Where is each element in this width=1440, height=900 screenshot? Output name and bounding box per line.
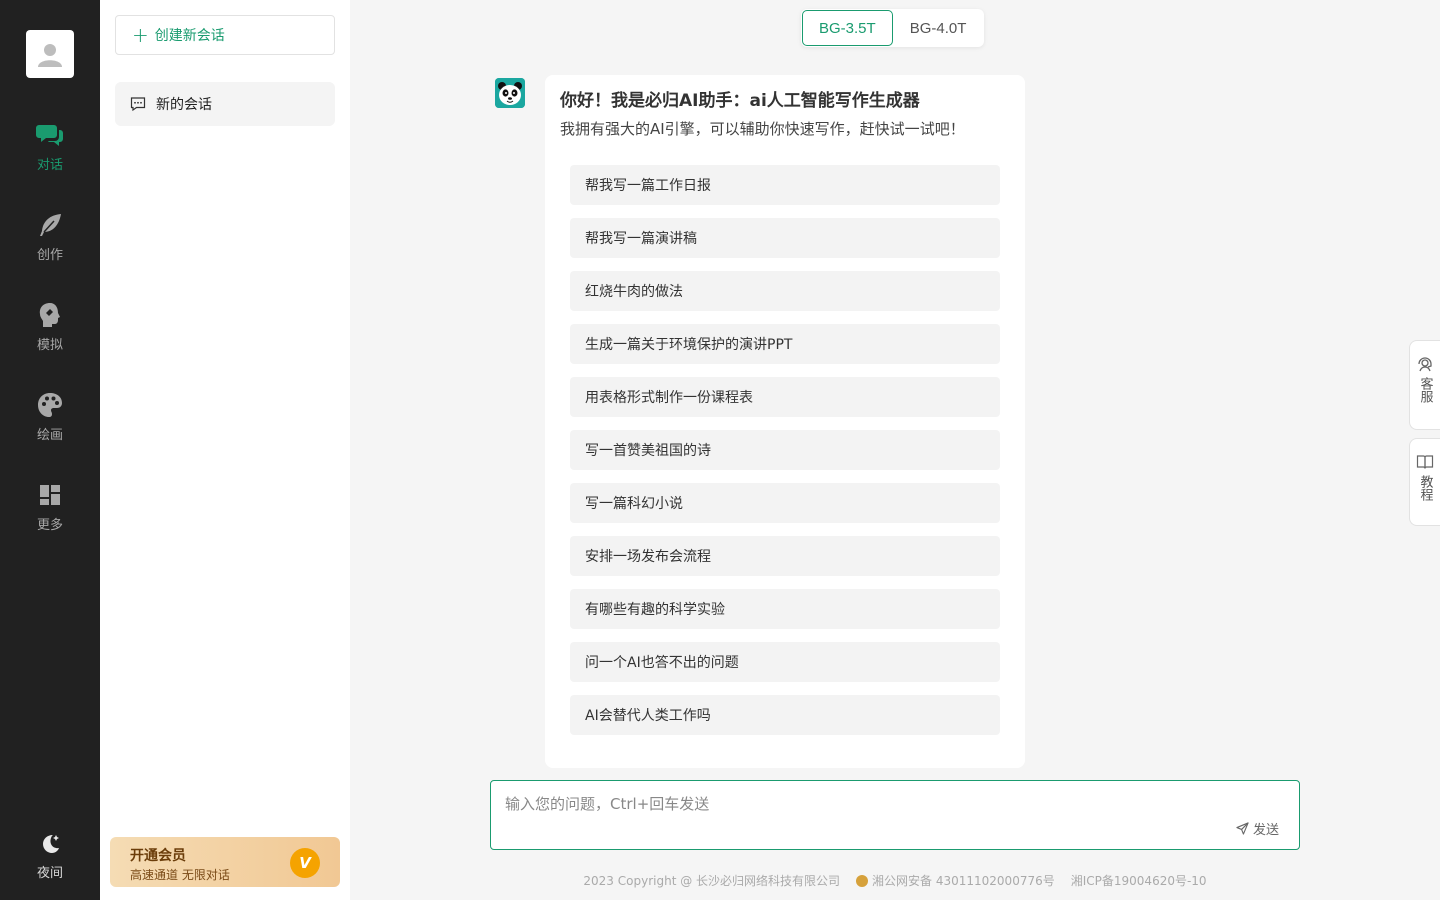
rail-item-label: 创作 <box>36 248 63 263</box>
panda-icon <box>495 78 525 108</box>
new-chat-button[interactable]: + 创建新会话 <box>115 15 335 55</box>
head-icon <box>35 300 65 330</box>
vip-badge-icon: V <box>290 848 320 878</box>
customer-service-button[interactable]: 客服 <box>1409 340 1440 430</box>
send-icon <box>1236 822 1249 835</box>
rail-item-draw[interactable]: 绘画 <box>0 390 100 460</box>
user-icon <box>38 44 62 67</box>
copyright-text: 2023 Copyright @ 长沙必归网络科技有限公司 <box>583 874 841 888</box>
headset-icon <box>1418 357 1432 372</box>
model-tab-bg35[interactable]: BG-3.5T <box>802 10 893 46</box>
suggestion-item[interactable]: 写一篇科幻小说 <box>570 483 1000 523</box>
police-record-link[interactable]: 湘公网安备 43011102000776号 <box>856 872 1055 889</box>
palette-icon <box>35 390 65 420</box>
rail-item-label: 对话 <box>36 158 63 173</box>
rail-item-chat[interactable]: 对话 <box>0 120 100 190</box>
plus-icon: + <box>132 23 149 47</box>
suggestion-item[interactable]: 生成一篇关于环境保护的演讲PPT <box>570 324 1000 364</box>
model-switcher: BG-3.5T BG-4.0T <box>801 9 985 47</box>
rail-item-label: 模拟 <box>36 338 63 353</box>
chat-icon <box>35 120 65 150</box>
rail-item-more[interactable]: 更多 <box>0 480 100 550</box>
chat-input-box: 发送 <box>490 780 1300 850</box>
police-emblem-icon <box>856 874 869 887</box>
bot-avatar <box>495 78 525 108</box>
welcome-title: 你好！我是必归AI助手：ai人工智能写作生成器 <box>560 91 920 111</box>
welcome-message: 你好！我是必归AI助手：ai人工智能写作生成器 我拥有强大的AI引擎，可以辅助你… <box>545 75 1025 768</box>
model-tab-bg40[interactable]: BG-4.0T <box>893 10 984 46</box>
message-icon <box>130 95 148 113</box>
icp-record-link[interactable]: 湘ICP备19004620号-10 <box>1071 872 1207 889</box>
conversation-panel: + 创建新会话 新的会话 开通会员 高速通道 无限对话 V <box>100 0 350 900</box>
vip-banner[interactable]: 开通会员 高速通道 无限对话 V <box>110 837 340 887</box>
conversation-title: 新的会话 <box>156 97 212 113</box>
suggestion-item[interactable]: AI会替代人类工作吗 <box>570 695 1000 735</box>
grid-icon <box>35 480 65 510</box>
rail-item-simulate[interactable]: 模拟 <box>0 300 100 370</box>
welcome-subtitle: 我拥有强大的AI引擎，可以辅助你快速写作，赶快试一试吧！ <box>560 120 965 138</box>
tutorial-label: 教程 <box>1417 475 1433 501</box>
send-label: 发送 <box>1252 823 1279 838</box>
night-mode-toggle[interactable]: 夜间 <box>0 828 100 898</box>
suggestion-item[interactable]: 有哪些有趣的科学实验 <box>570 589 1000 629</box>
customer-service-label: 客服 <box>1417 377 1433 403</box>
nav-rail: 对话 创作 模拟 绘画 更多 夜间 <box>0 0 100 900</box>
send-button[interactable]: 发送 <box>1236 819 1279 838</box>
rail-item-create[interactable]: 创作 <box>0 210 100 280</box>
suggestion-item[interactable]: 写一首赞美祖国的诗 <box>570 430 1000 470</box>
user-avatar[interactable] <box>26 30 74 78</box>
conversation-item[interactable]: 新的会话 <box>115 82 335 126</box>
suggestion-item[interactable]: 帮我写一篇演讲稿 <box>570 218 1000 258</box>
suggestion-item[interactable]: 问一个AI也答不出的问题 <box>570 642 1000 682</box>
footer: 2023 Copyright @ 长沙必归网络科技有限公司 湘公网安备 4301… <box>490 872 1300 889</box>
moon-icon <box>35 828 65 858</box>
new-chat-label: 创建新会话 <box>154 28 225 44</box>
suggestion-item[interactable]: 用表格形式制作一份课程表 <box>570 377 1000 417</box>
tutorial-button[interactable]: 教程 <box>1409 438 1440 526</box>
police-record-text: 湘公网安备 43011102000776号 <box>872 874 1055 888</box>
suggestion-item[interactable]: 红烧牛肉的做法 <box>570 271 1000 311</box>
rail-item-label: 绘画 <box>36 428 63 443</box>
chat-input[interactable] <box>505 793 1205 817</box>
book-icon <box>1416 455 1434 469</box>
feather-icon <box>35 210 65 240</box>
suggestion-item[interactable]: 安排一场发布会流程 <box>570 536 1000 576</box>
suggestion-item[interactable]: 帮我写一篇工作日报 <box>570 165 1000 205</box>
night-mode-label: 夜间 <box>36 866 63 881</box>
rail-item-label: 更多 <box>36 518 63 533</box>
